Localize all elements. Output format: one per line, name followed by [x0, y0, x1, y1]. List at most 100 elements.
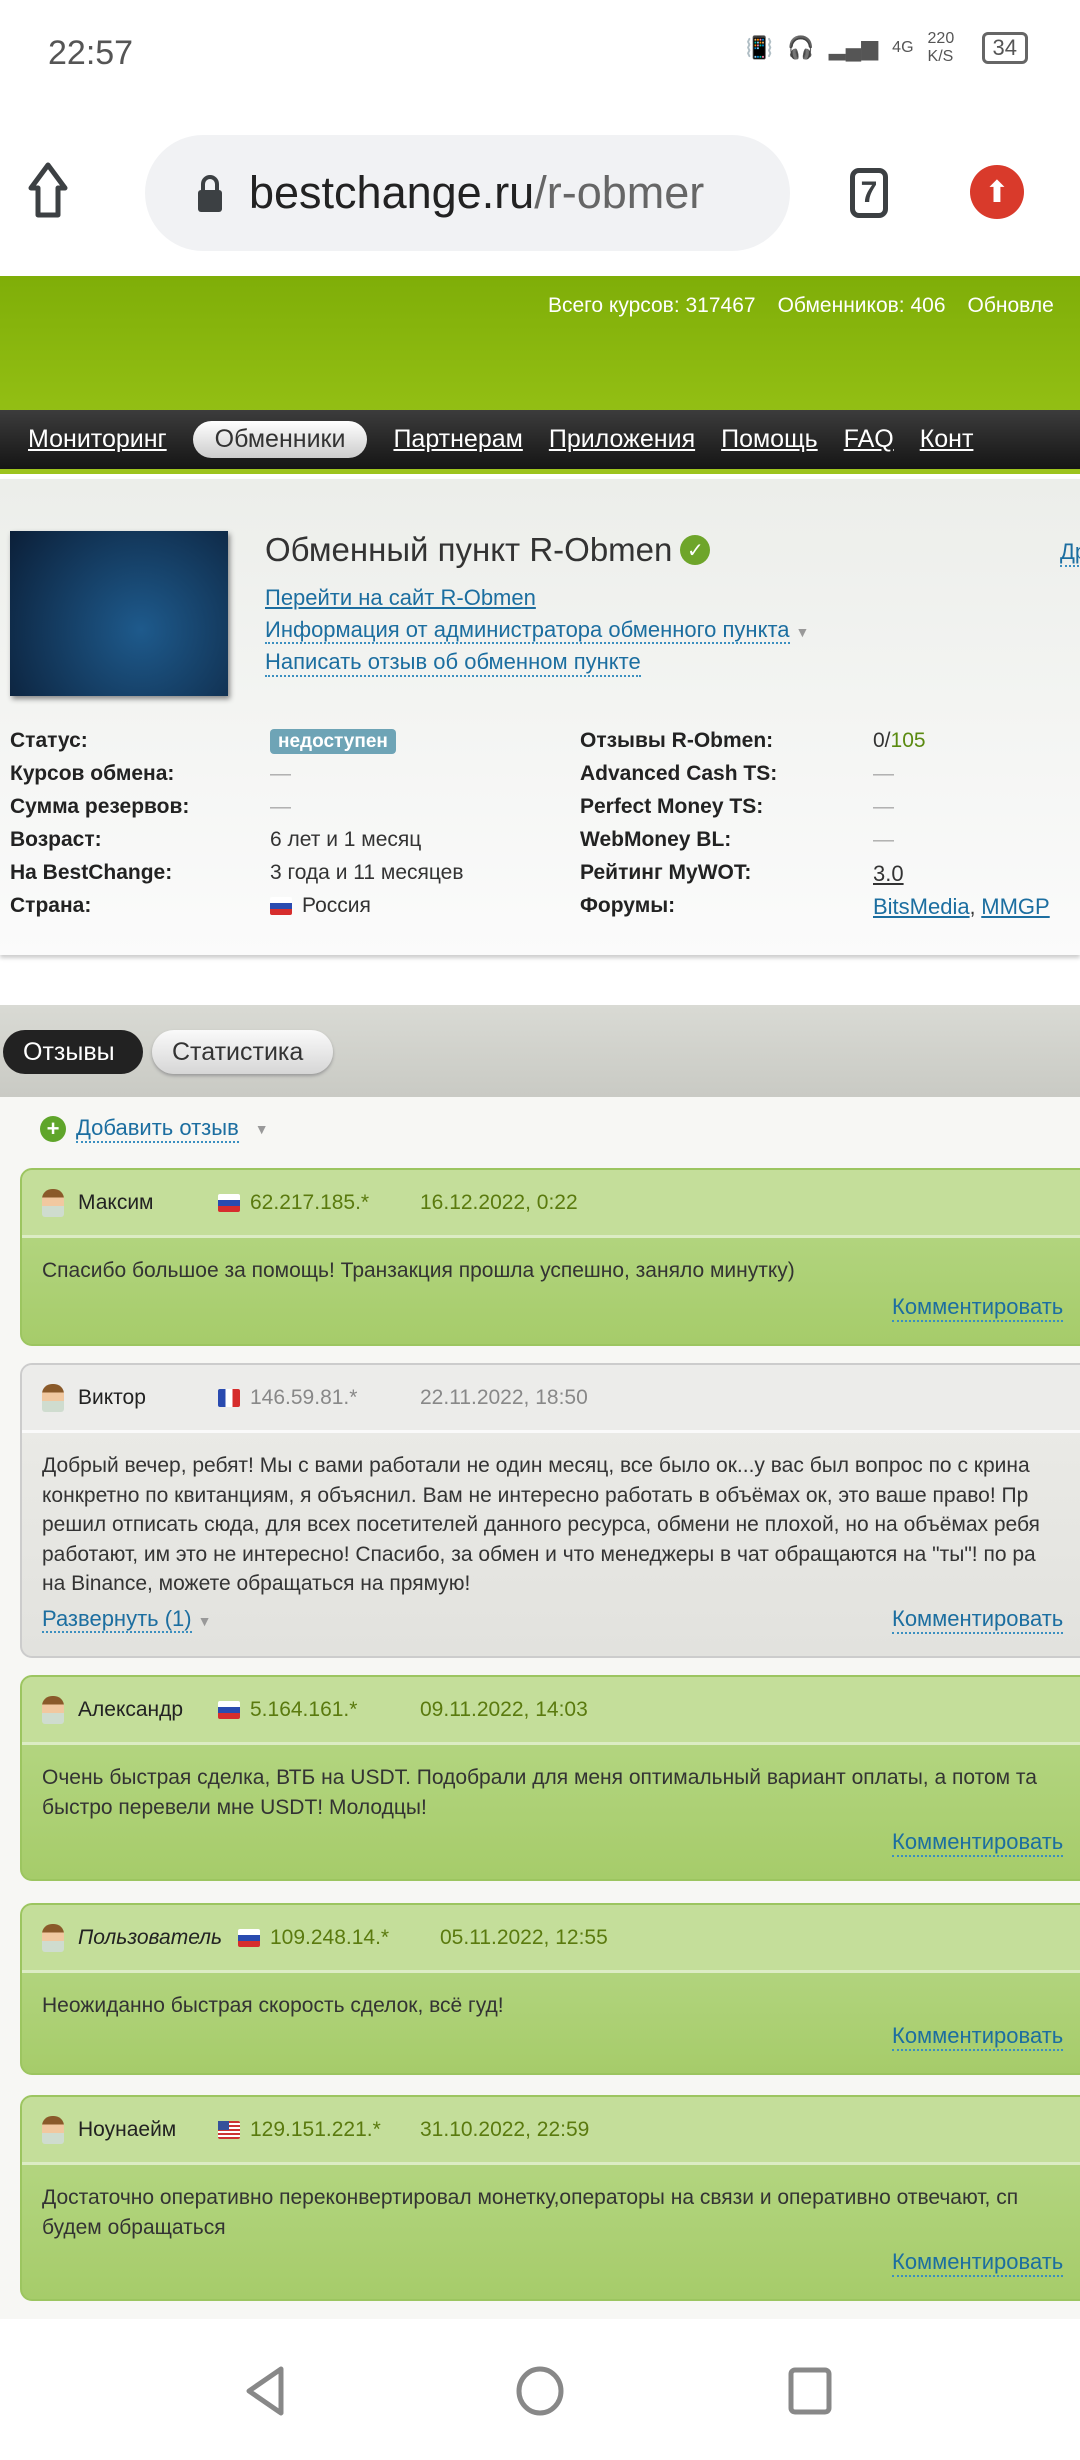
- comment-link[interactable]: Комментировать: [892, 2249, 1064, 2277]
- review-author: Виктор: [78, 1385, 146, 1409]
- review-date: 16.12.2022, 0:22: [420, 1190, 578, 1214]
- nav-apps[interactable]: Приложения: [549, 425, 695, 454]
- country-flag-icon: [218, 1388, 240, 1407]
- country-flag-icon: [218, 1193, 240, 1212]
- value: 3 года и 11 месяцев: [270, 861, 464, 884]
- chevron-down-icon: ▼: [254, 1121, 269, 1137]
- user-avatar-icon: [42, 2115, 64, 2144]
- user-avatar-icon: [42, 1923, 64, 1952]
- label: Возраст:: [10, 828, 102, 851]
- positive-count: 105: [890, 729, 926, 752]
- nav-partners[interactable]: Партнерам: [393, 425, 522, 454]
- add-icon: +: [40, 1116, 66, 1142]
- comment-link[interactable]: Комментировать: [892, 1829, 1064, 1857]
- review-card: Ноунаейм 129.151.221.* 31.10.2022, 22:59 Д…: [20, 2095, 1080, 2301]
- other-link[interactable]: Др: [1060, 539, 1080, 567]
- site-screenshot[interactable]: [10, 531, 228, 696]
- review-date: 09.11.2022, 14:03: [420, 1697, 588, 1721]
- review-ip: 109.248.14.*: [270, 1925, 390, 1949]
- value: —: [270, 762, 291, 785]
- chevron-down-icon: ▼: [197, 1613, 212, 1629]
- comment-link[interactable]: Комментировать: [892, 1606, 1064, 1634]
- user-avatar-icon: [42, 1188, 64, 1217]
- recents-icon[interactable]: [788, 2367, 832, 2415]
- country: Россия: [302, 894, 371, 917]
- admin-info-link[interactable]: Информация от администратора обменного п…: [265, 617, 790, 644]
- review-text: Спасибо большое за помощь! Транзакция пр…: [42, 1259, 795, 1282]
- russia-flag-icon: [270, 897, 292, 916]
- nav-faq[interactable]: FAQ: [844, 425, 894, 454]
- address-bar[interactable]: bestchange.ru/r-obmer: [145, 135, 790, 251]
- page-title: Обменный пункт R-Obmen ✓: [265, 531, 711, 569]
- update-icon[interactable]: ⬆: [970, 165, 1024, 219]
- negative-count: 0/: [873, 729, 891, 752]
- review-card: Александр 5.164.161.* 09.11.2022, 14:03 Оч…: [20, 1675, 1080, 1881]
- label: Курсов обмена:: [10, 762, 175, 785]
- label: Страна:: [10, 894, 92, 917]
- nav-contacts[interactable]: Конт: [920, 425, 974, 454]
- review-card: Пользователь 109.248.14.* 05.11.2022, 12:5…: [20, 1903, 1080, 2075]
- comment-link[interactable]: Комментировать: [892, 2023, 1064, 2051]
- mywot-rating-link[interactable]: 3.0: [873, 861, 904, 887]
- home-button-icon[interactable]: [515, 2365, 565, 2417]
- expand-link[interactable]: Развернуть (1): [42, 1606, 192, 1633]
- visit-site-link[interactable]: Перейти на сайт R-Obmen: [265, 585, 536, 611]
- tab-statistics[interactable]: Статистика: [152, 1030, 333, 1074]
- review-ip: 5.164.161.*: [250, 1697, 358, 1721]
- review-header: Виктор 146.59.81.* 22.11.2022, 18:50: [22, 1365, 1080, 1433]
- add-review-link[interactable]: Добавить отзыв: [76, 1115, 239, 1143]
- review-date: 05.11.2022, 12:55: [440, 1925, 608, 1949]
- tab-reviews[interactable]: Отзывы: [3, 1030, 143, 1074]
- label: Perfect Money TS:: [580, 795, 764, 818]
- review-author: Александр: [78, 1697, 184, 1721]
- vibrate-icon: 📳: [745, 35, 774, 60]
- review-date: 22.11.2022, 18:50: [420, 1385, 588, 1409]
- nav-monitoring[interactable]: Мониторинг: [28, 425, 167, 454]
- back-icon[interactable]: [243, 2365, 287, 2417]
- review-text: Неожиданно быстрая скорость сделок, всё …: [42, 1994, 504, 2017]
- forum-link-mmgp[interactable]: MMGP: [981, 894, 1049, 919]
- review-date: 31.10.2022, 22:59: [420, 2117, 590, 2141]
- network-type: 4G: [892, 39, 914, 56]
- value: 6 лет и 1 месяц: [270, 828, 422, 851]
- review-ip: 62.217.185.*: [250, 1190, 370, 1214]
- headphones-icon: 🎧: [787, 35, 815, 60]
- tab-switcher-button[interactable]: 7: [850, 168, 888, 218]
- review-header: Пользователь 109.248.14.* 05.11.2022, 12:5…: [22, 1905, 1080, 1973]
- review-ip: 146.59.81.*: [250, 1385, 358, 1409]
- write-review-link[interactable]: Написать отзыв об обменном пункте: [265, 649, 641, 677]
- value: —: [270, 795, 291, 818]
- nav-help[interactable]: Помощь: [721, 425, 818, 454]
- label: Отзывы R-Obmen:: [580, 729, 774, 752]
- review-author: Ноунаейм: [78, 2117, 177, 2141]
- review-header: Александр 5.164.161.* 09.11.2022, 14:03: [22, 1677, 1080, 1745]
- system-nav-bar: [0, 2319, 1080, 2460]
- review-ip: 129.151.221.*: [250, 2117, 381, 2141]
- tabs-bar: Отзывы Статистика: [0, 1005, 1080, 1097]
- main-nav: Мониторинг Обменники Партнерам Приложени…: [0, 410, 1080, 474]
- label: Advanced Cash TS:: [580, 762, 778, 785]
- exchanger-info: Обменный пункт R-Obmen✓ Др Перейти на са…: [0, 479, 1080, 955]
- label: Форумы:: [580, 894, 676, 917]
- battery-icon: 34: [981, 32, 1028, 64]
- country-flag-icon: [238, 1928, 260, 1947]
- review-card: Максим 62.217.185.* 16.12.2022, 0:22 Спаси…: [20, 1168, 1080, 1346]
- verified-icon: ✓: [680, 535, 711, 565]
- value: —: [873, 795, 894, 818]
- nav-exchangers[interactable]: Обменники: [192, 421, 368, 458]
- country-flag-icon: [218, 2120, 240, 2139]
- forum-link-bitsmedia[interactable]: BitsMedia: [873, 894, 970, 919]
- status-badge: недоступен: [270, 729, 396, 754]
- home-icon[interactable]: [28, 160, 68, 225]
- user-avatar-icon: [42, 1695, 64, 1724]
- review-text: Добрый вечер, ребят! Мы с вами работали …: [42, 1454, 1040, 1595]
- label: Рейтинг MyWOT:: [580, 861, 752, 884]
- label: На BestChange:: [10, 861, 173, 884]
- review-card: Виктор 146.59.81.* 22.11.2022, 18:50 Добры…: [20, 1363, 1080, 1658]
- value: —: [873, 828, 894, 851]
- review-text: Достаточно оперативно переконвертировал …: [42, 2186, 1019, 2239]
- review-header: Максим 62.217.185.* 16.12.2022, 0:22: [22, 1170, 1080, 1238]
- signal-icon: ▂▄▆: [828, 35, 879, 60]
- comment-link[interactable]: Комментировать: [892, 1294, 1064, 1322]
- label: WebMoney BL:: [580, 828, 732, 851]
